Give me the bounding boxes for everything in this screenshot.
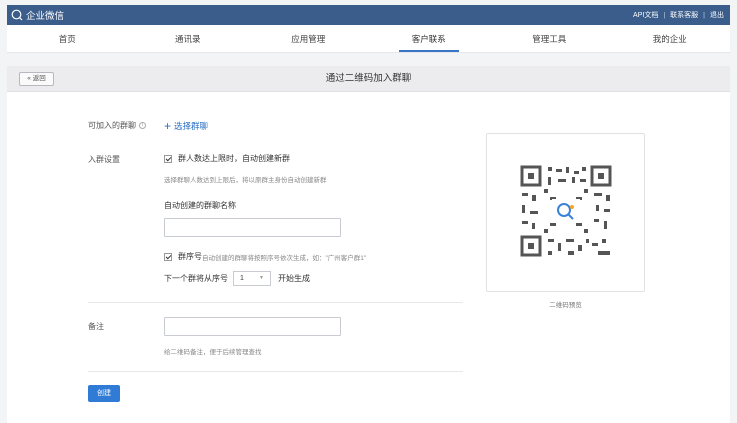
api-docs-link[interactable]: API文档 [633,10,658,20]
nav-tab-my-company[interactable]: 我的企业 [610,25,731,52]
serial-hint: 自动创建的群聊将按照序号依次生成，如："广州客户群1" [202,254,367,262]
back-button[interactable]: « 返回 [19,72,54,86]
caret-down-icon: ▼ [259,275,264,281]
group-name-input[interactable] [164,218,341,237]
contact-support-link[interactable]: 联系客服 [670,10,698,20]
group-field-label: 可加入的群聊 i [88,120,146,131]
remark-hint: 给二维码备注，便于后续管理查找 [164,349,262,356]
next-serial-prefix: 下一个群将从序号 [164,274,228,283]
remark-label: 备注 [88,322,104,331]
qr-code-icon [520,165,612,257]
group-name-label: 自动创建的群聊名称 [164,201,236,210]
serial-checkbox[interactable] [164,252,172,261]
select-group-button[interactable]: + 选择群聊 [164,120,208,132]
page-header: 通过二维码加入群聊 « 返回 [7,66,730,92]
remark-input[interactable] [164,317,341,336]
serial-row: 群序号 自动创建的群聊将按照序号依次生成，如："广州客户群1" [164,251,366,262]
auto-create-row: 群人数达上限时，自动创建新群 [164,153,290,164]
next-serial-select[interactable]: 1 ▼ [233,271,271,286]
qr-preview-card [486,133,645,292]
top-bar: 企业微信 API文档 | 联系客服 | 退出 [7,5,730,25]
serial-label: 群序号 [178,252,202,261]
plus-icon: + [164,119,172,133]
next-serial-row: 下一个群将从序号 1 ▼ 开始生成 [164,271,310,286]
group-label-text: 可加入的群聊 [88,121,136,130]
app-name: 企业微信 [26,11,65,22]
top-links: API文档 | 联系客服 | 退出 [633,10,730,20]
section-divider [88,302,463,303]
next-serial-suffix: 开始生成 [278,274,310,283]
create-button[interactable]: 创建 [88,385,120,402]
main-nav: 首页 通讯录 应用管理 客户联系 管理工具 我的企业 [7,25,730,53]
page-title: 通过二维码加入群聊 [325,73,412,84]
nav-tab-management-tools[interactable]: 管理工具 [489,25,610,52]
auto-create-hint: 选择群聊人数达到上限后，将以原群主身份自动创建新群 [164,177,327,184]
nav-tab-apps[interactable]: 应用管理 [248,25,369,52]
nav-tab-contacts[interactable]: 通讯录 [128,25,249,52]
auto-create-checkbox[interactable] [164,154,172,163]
nav-tab-customer-contact[interactable]: 客户联系 [369,25,490,52]
nav-tab-home[interactable]: 首页 [7,25,128,52]
link-separator: | [663,11,666,19]
auto-create-label: 群人数达上限时，自动创建新群 [178,154,290,163]
info-icon[interactable]: i [139,122,146,130]
app-logo[interactable]: 企业微信 [7,8,64,22]
settings-label: 入群设置 [88,155,120,164]
link-separator: | [703,11,705,19]
qr-preview-caption: 二维码预览 [549,302,582,309]
section-divider [88,371,463,372]
logout-link[interactable]: 退出 [710,10,724,20]
next-serial-value: 1 [240,275,244,282]
form-panel: 可加入的群聊 i + 选择群聊 入群设置 群人数达上限时，自动创建新群 选择群聊人… [7,92,730,423]
select-group-label: 选择群聊 [174,121,209,131]
wecom-logo-icon [11,9,23,21]
